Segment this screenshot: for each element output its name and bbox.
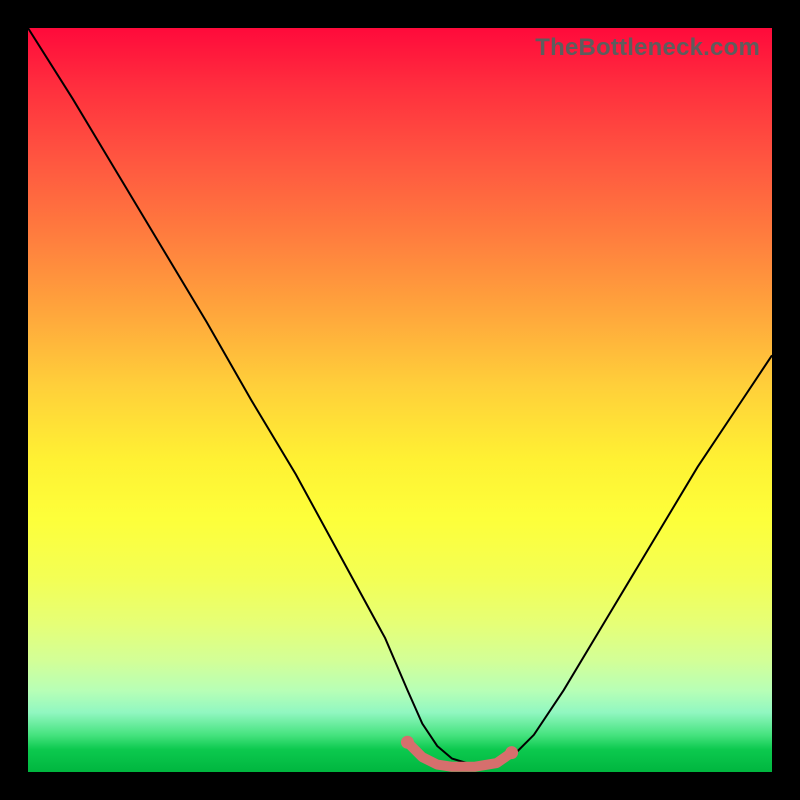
plot-area: TheBottleneck.com bbox=[28, 28, 772, 772]
series-optimal-zone bbox=[407, 742, 511, 767]
series-optimal-zone-endcap-start bbox=[401, 736, 414, 749]
series-optimal-zone-endcap-end bbox=[505, 746, 518, 759]
series-group bbox=[28, 28, 772, 767]
curve-layer bbox=[28, 28, 772, 772]
chart-stage: TheBottleneck.com bbox=[0, 0, 800, 800]
series-bottleneck-curve bbox=[28, 28, 772, 765]
